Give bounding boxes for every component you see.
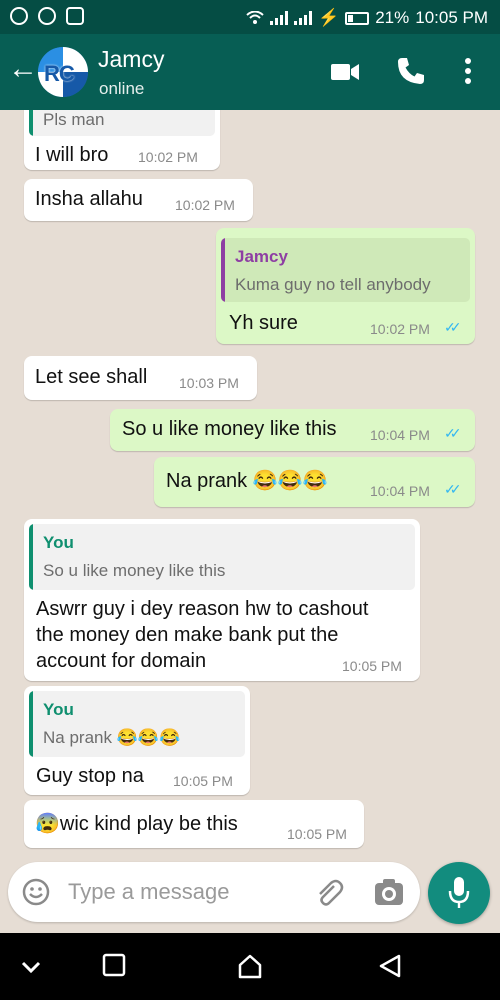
clock: 10:05 PM xyxy=(415,8,488,27)
message-time: 10:04 PM xyxy=(370,483,430,499)
wifi-icon xyxy=(246,11,264,24)
avatar[interactable]: RC xyxy=(38,47,88,97)
message-bubble-incoming[interactable]: Let see shall 10:03 PM xyxy=(24,356,257,400)
message-time: 10:02 PM xyxy=(370,321,430,337)
chevron-down-icon[interactable] xyxy=(20,953,42,979)
message-bubble-incoming[interactable]: You Na prank 😂😂😂 Guy stop na 10:05 PM xyxy=(24,686,250,795)
message-text: Let see shall xyxy=(35,366,148,388)
message-input-bar[interactable]: Type a message xyxy=(8,862,420,922)
back-triangle-icon[interactable] xyxy=(378,953,402,979)
voice-record-button[interactable] xyxy=(428,862,490,924)
quoted-message[interactable]: You Na prank 😂😂😂 xyxy=(29,691,245,757)
message-text-line: the money den make bank put the xyxy=(36,624,339,646)
message-time: 10:04 PM xyxy=(370,427,430,443)
message-bubble-outgoing[interactable]: So u like money like this 10:04 PM ✓✓ xyxy=(110,409,475,451)
message-text-line: account for domain xyxy=(36,650,207,672)
signal-icon-2 xyxy=(294,11,313,25)
more-options-icon[interactable] xyxy=(462,56,474,86)
message-bubble-outgoing[interactable]: Na prank 😂😂😂 10:04 PM ✓✓ xyxy=(154,457,475,507)
message-time: 10:05 PM xyxy=(173,773,233,789)
message-bubble-incoming[interactable]: You So u like money like this Aswrr guy … xyxy=(24,519,420,681)
message-text-line: Aswrr guy i dey reason hw to cashout xyxy=(36,598,369,620)
quoted-text: So u like money like this xyxy=(43,561,226,580)
message-text: 😰wic kind play be this xyxy=(35,813,238,835)
microphone-icon xyxy=(448,877,470,908)
message-time: 10:02 PM xyxy=(175,197,235,213)
system-navigation-bar xyxy=(0,933,500,1000)
message-text: Insha allahu xyxy=(35,188,143,210)
home-icon[interactable] xyxy=(237,953,263,979)
quoted-text: Kuma guy no tell anybody xyxy=(235,275,431,294)
avatar-text: RC xyxy=(44,61,75,86)
recents-square-icon[interactable] xyxy=(102,953,126,977)
video-call-icon[interactable] xyxy=(330,56,360,86)
quoted-text: Na prank 😂😂😂 xyxy=(43,728,181,747)
arrow-left-icon[interactable]: ← xyxy=(8,54,38,84)
message-time: 10:03 PM xyxy=(179,375,239,391)
charging-icon: ⚡ xyxy=(318,8,340,27)
message-text: Na prank 😂😂😂 xyxy=(166,470,328,492)
quoted-message[interactable]: Jamcy Kuma guy no tell anybody xyxy=(221,238,470,302)
quoted-message[interactable]: You So u like money like this xyxy=(29,524,415,590)
message-time: 10:05 PM xyxy=(287,826,347,842)
contact-name[interactable]: Jamcy xyxy=(98,46,164,73)
battery-icon xyxy=(345,11,370,25)
phone-call-icon[interactable] xyxy=(396,56,426,86)
whatsapp-notification-icon xyxy=(10,7,28,25)
message-text: I will bro xyxy=(35,144,109,166)
quoted-sender: Jamcy xyxy=(235,247,288,266)
message-text: Guy stop na xyxy=(36,765,144,787)
signal-icon-1 xyxy=(270,11,289,25)
attachment-icon[interactable] xyxy=(312,876,344,908)
message-time: 10:02 PM xyxy=(138,149,198,165)
read-ticks-icon: ✓✓ xyxy=(444,319,462,335)
emoji-icon[interactable] xyxy=(22,878,50,906)
chat-header: ← RC Jamcy online xyxy=(0,34,500,110)
message-input[interactable]: Type a message xyxy=(68,879,229,905)
battery-percent: 21% xyxy=(375,8,410,27)
read-ticks-icon: ✓✓ xyxy=(444,425,462,441)
message-text: Yh sure xyxy=(229,312,298,334)
quoted-sender: You xyxy=(43,700,74,719)
message-bubble-incoming[interactable]: Pls man I will bro 10:02 PM xyxy=(24,110,220,170)
message-bubble-outgoing[interactable]: Jamcy Kuma guy no tell anybody Yh sure 1… xyxy=(216,228,475,344)
message-bubble-incoming[interactable]: Insha allahu 10:02 PM xyxy=(24,179,253,221)
shield-icon xyxy=(38,7,56,25)
quoted-text: Pls man xyxy=(43,110,105,129)
image-icon xyxy=(66,7,84,25)
quoted-sender: You xyxy=(43,533,74,552)
message-bubble-incoming[interactable]: 😰wic kind play be this 10:05 PM xyxy=(24,800,364,848)
message-list[interactable]: Pls man I will bro 10:02 PM Insha allahu… xyxy=(0,110,500,933)
message-text: So u like money like this xyxy=(122,418,337,440)
camera-icon[interactable] xyxy=(374,878,404,906)
status-bar: ⚡ 21% 10:05 PM xyxy=(0,0,500,34)
message-time: 10:05 PM xyxy=(342,658,402,674)
read-ticks-icon: ✓✓ xyxy=(444,481,462,497)
contact-status: online xyxy=(99,79,145,98)
quoted-message[interactable]: Pls man xyxy=(29,110,215,136)
